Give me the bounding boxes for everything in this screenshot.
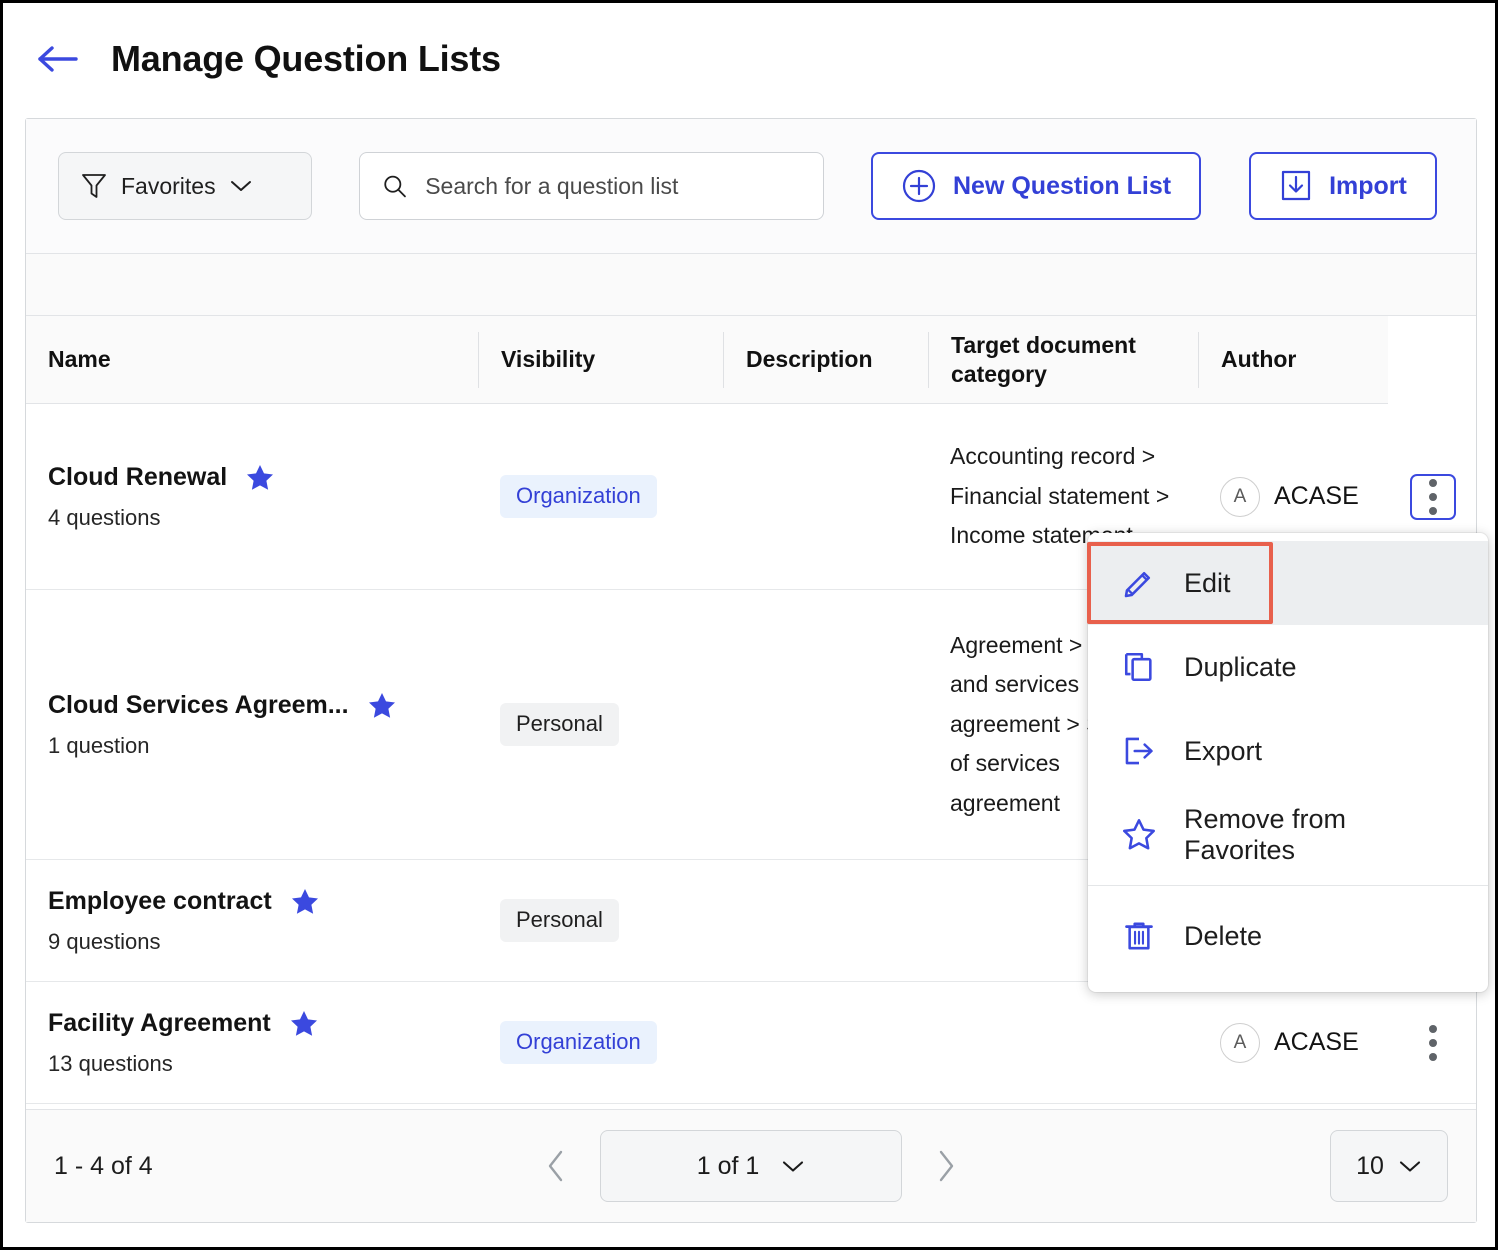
import-button[interactable]: Import bbox=[1249, 152, 1437, 220]
next-page-button[interactable] bbox=[926, 1142, 966, 1190]
copy-icon bbox=[1120, 648, 1158, 686]
context-menu-item-delete[interactable]: Delete bbox=[1088, 894, 1488, 978]
toolbar: Favorites New Question List bbox=[26, 119, 1476, 254]
trash-icon bbox=[1120, 917, 1158, 955]
page-selector[interactable]: 1 of 1 bbox=[600, 1130, 902, 1202]
list-name[interactable]: Employee contract bbox=[48, 887, 272, 916]
visibility-chip: Personal bbox=[500, 703, 619, 745]
context-menu-item-remove-from-favorites[interactable]: Remove from Favorites bbox=[1088, 793, 1488, 877]
column-header-actions bbox=[1388, 316, 1476, 404]
row-actions-cell bbox=[1388, 474, 1478, 520]
list-name[interactable]: Cloud Services Agreem... bbox=[48, 691, 349, 720]
visibility-chip: Organization bbox=[500, 475, 657, 517]
context-menu-separator bbox=[1088, 885, 1488, 886]
page-header: Manage Question Lists bbox=[3, 3, 1495, 115]
app-window: Manage Question Lists Favorites bbox=[0, 0, 1498, 1250]
column-header-target-document-category[interactable]: Target document category bbox=[928, 332, 1198, 388]
pager: 1 of 1 bbox=[536, 1130, 966, 1202]
new-question-list-button[interactable]: New Question List bbox=[871, 152, 1201, 220]
context-menu-label: Delete bbox=[1184, 921, 1262, 952]
page-size-selector[interactable]: 10 bbox=[1330, 1130, 1448, 1202]
author-name: ACASE bbox=[1274, 1028, 1359, 1057]
row-actions-cell bbox=[1388, 1020, 1478, 1066]
question-count: 13 questions bbox=[48, 1051, 456, 1077]
page-title: Manage Question Lists bbox=[111, 38, 501, 80]
context-menu-label: Duplicate bbox=[1184, 652, 1297, 683]
table-row[interactable]: Facility Agreement 13 questions Organiza… bbox=[26, 982, 1476, 1104]
context-menu-label: Remove from Favorites bbox=[1184, 804, 1456, 866]
row-visibility-cell: Personal bbox=[478, 703, 723, 745]
list-name[interactable]: Cloud Renewal bbox=[48, 463, 227, 492]
row-menu-button[interactable] bbox=[1410, 1020, 1456, 1066]
context-menu-item-edit[interactable]: Edit bbox=[1088, 541, 1488, 625]
arrow-left-icon bbox=[36, 44, 80, 74]
funnel-icon bbox=[81, 172, 107, 200]
question-count: 9 questions bbox=[48, 929, 456, 955]
column-header-author[interactable]: Author bbox=[1198, 332, 1388, 388]
page-size-label: 10 bbox=[1356, 1152, 1384, 1181]
pencil-icon bbox=[1120, 564, 1158, 602]
results-range: 1 - 4 of 4 bbox=[54, 1152, 153, 1181]
row-visibility-cell: Personal bbox=[478, 899, 723, 941]
chevron-down-icon bbox=[781, 1159, 805, 1174]
kebab-menu-icon bbox=[1429, 1025, 1437, 1033]
back-button[interactable] bbox=[33, 39, 83, 79]
row-name-cell: Employee contract 9 questions bbox=[26, 887, 478, 955]
question-count: 4 questions bbox=[48, 505, 456, 531]
column-header-name[interactable]: Name bbox=[26, 345, 478, 374]
import-label: Import bbox=[1329, 172, 1407, 201]
search-icon bbox=[382, 172, 407, 200]
kebab-menu-icon bbox=[1429, 479, 1437, 487]
chevron-right-icon bbox=[935, 1149, 957, 1183]
row-name-cell: Cloud Services Agreem... 1 question bbox=[26, 691, 478, 759]
export-arrow-icon bbox=[1120, 732, 1158, 770]
star-outline-icon bbox=[1120, 816, 1158, 854]
row-name-cell: Facility Agreement 13 questions bbox=[26, 1009, 478, 1077]
favorites-filter-button[interactable]: Favorites bbox=[58, 152, 312, 220]
star-filled-icon[interactable] bbox=[289, 1009, 319, 1039]
avatar: A bbox=[1220, 1023, 1260, 1063]
import-download-icon bbox=[1279, 168, 1313, 204]
list-name[interactable]: Facility Agreement bbox=[48, 1009, 271, 1038]
star-filled-icon[interactable] bbox=[245, 463, 275, 493]
table-header-row: Name Visibility Description Target docum… bbox=[26, 316, 1476, 404]
row-visibility-cell: Organization bbox=[478, 1021, 723, 1063]
context-menu-item-duplicate[interactable]: Duplicate bbox=[1088, 625, 1488, 709]
context-menu-item-export[interactable]: Export bbox=[1088, 709, 1488, 793]
chevron-left-icon bbox=[545, 1149, 567, 1183]
row-menu-button[interactable] bbox=[1410, 474, 1456, 520]
pagination-footer: 1 - 4 of 4 1 of 1 bbox=[26, 1109, 1476, 1222]
avatar: A bbox=[1220, 477, 1260, 517]
previous-page-button[interactable] bbox=[536, 1142, 576, 1190]
star-filled-icon[interactable] bbox=[290, 887, 320, 917]
search-input[interactable] bbox=[423, 172, 801, 201]
context-menu-label: Export bbox=[1184, 736, 1262, 767]
favorites-filter-label: Favorites bbox=[121, 173, 216, 200]
row-visibility-cell: Organization bbox=[478, 475, 723, 517]
row-context-menu: Edit Duplicate Export bbox=[1088, 533, 1488, 992]
search-field[interactable] bbox=[359, 152, 824, 220]
row-author-cell: A ACASE bbox=[1198, 1023, 1388, 1063]
row-name-cell: Cloud Renewal 4 questions bbox=[26, 463, 478, 531]
context-menu-label: Edit bbox=[1184, 568, 1231, 599]
star-filled-icon[interactable] bbox=[367, 691, 397, 721]
chevron-down-icon bbox=[230, 179, 252, 193]
table-actions-strip bbox=[26, 254, 1476, 316]
column-header-description[interactable]: Description bbox=[723, 332, 928, 388]
plus-circle-icon bbox=[901, 168, 937, 204]
row-author-cell: A ACASE bbox=[1198, 477, 1388, 517]
chevron-down-icon bbox=[1398, 1159, 1422, 1174]
page-selector-label: 1 of 1 bbox=[697, 1152, 760, 1181]
new-question-list-label: New Question List bbox=[953, 172, 1171, 201]
question-count: 1 question bbox=[48, 733, 456, 759]
author-name: ACASE bbox=[1274, 482, 1359, 511]
column-header-visibility[interactable]: Visibility bbox=[478, 332, 723, 388]
visibility-chip: Personal bbox=[500, 899, 619, 941]
visibility-chip: Organization bbox=[500, 1021, 657, 1063]
